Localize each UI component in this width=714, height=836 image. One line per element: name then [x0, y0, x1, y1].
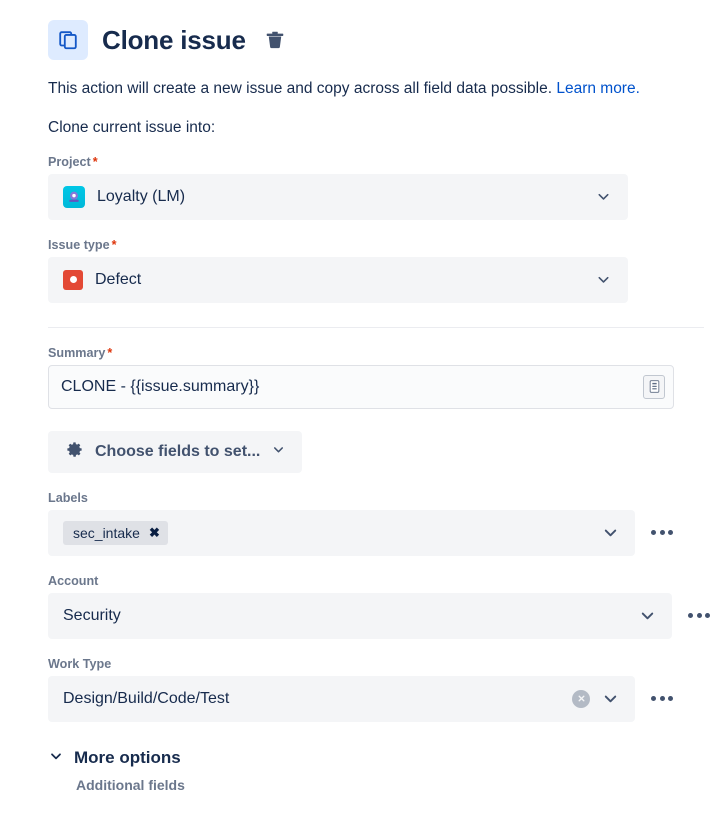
- chevron-down-icon: [48, 748, 64, 769]
- required-marker: *: [111, 237, 117, 252]
- chevron-down-icon: [598, 689, 622, 708]
- chevron-down-icon: [591, 188, 615, 205]
- chevron-down-icon: [271, 442, 286, 462]
- more-actions-icon[interactable]: [647, 692, 677, 705]
- issue-type-select-value: Defect: [95, 270, 142, 288]
- smart-values-icon[interactable]: [643, 374, 665, 399]
- page-title: Clone issue: [102, 24, 246, 55]
- panel-description: This action will create a new issue and …: [48, 79, 714, 100]
- labels-select[interactable]: sec_intake ✖: [48, 509, 635, 556]
- panel-header: Clone issue: [48, 18, 714, 62]
- project-select-value: Loyalty (LM): [97, 187, 186, 205]
- clone-target-subheading: Clone current issue into:: [48, 118, 216, 136]
- close-icon[interactable]: ✖: [149, 526, 160, 539]
- description-text: This action will create a new issue and …: [48, 80, 557, 97]
- project-avatar-loyalty: [63, 185, 85, 208]
- more-options-label: More options: [74, 748, 181, 768]
- clear-value-icon[interactable]: [572, 689, 590, 708]
- account-select-value: Security: [63, 606, 121, 624]
- field-work-type: Work Type Design/Build/Code/Test: [48, 657, 714, 722]
- required-marker: *: [107, 345, 113, 360]
- summary-input-value: CLONE - {{issue.summary}}: [61, 377, 260, 395]
- more-options-toggle[interactable]: More options: [48, 748, 714, 769]
- field-label-project: Project *: [48, 155, 714, 169]
- account-select[interactable]: Security: [48, 592, 672, 639]
- chevron-down-icon: [598, 523, 622, 542]
- more-actions-icon[interactable]: [647, 526, 677, 539]
- field-label-account: Account: [48, 573, 99, 588]
- field-label-work-type: Work Type: [48, 656, 112, 671]
- trash-icon[interactable]: [262, 27, 288, 53]
- field-labels: Labels sec_intake ✖: [48, 491, 714, 556]
- section-divider: [48, 326, 704, 328]
- gear-icon: [65, 440, 84, 464]
- chevron-down-icon: [591, 271, 615, 288]
- label-chip-text: sec_intake: [73, 524, 140, 541]
- more-actions-icon[interactable]: [684, 609, 714, 622]
- field-label-summary: Summary *: [48, 346, 714, 360]
- learn-more-link[interactable]: Learn more.: [556, 80, 640, 97]
- clone-issue-panel: Clone issue This action will create a ne…: [0, 0, 714, 793]
- additional-fields-label: Additional fields: [76, 776, 185, 793]
- choose-fields-button[interactable]: Choose fields to set...: [48, 430, 303, 473]
- chevron-down-icon: [635, 606, 659, 625]
- label-chip[interactable]: sec_intake ✖: [63, 520, 168, 545]
- choose-fields-button-label: Choose fields to set...: [95, 442, 261, 460]
- summary-input[interactable]: CLONE - {{issue.summary}}: [48, 364, 674, 409]
- work-type-select[interactable]: Design/Build/Code/Test: [48, 675, 635, 722]
- label-text: Issue type: [48, 237, 110, 252]
- defect-type-icon: [63, 269, 83, 290]
- field-label-issue-type: Issue type *: [48, 238, 714, 252]
- project-select[interactable]: Loyalty (LM): [48, 173, 628, 220]
- label-text: Summary: [48, 345, 106, 360]
- field-label-labels: Labels: [48, 490, 88, 505]
- clone-issue-icon: [48, 20, 88, 60]
- required-marker: *: [92, 154, 98, 169]
- field-summary: Summary * CLONE - {{issue.summary}}: [48, 346, 714, 409]
- label-text: Project: [48, 154, 91, 169]
- work-type-select-value: Design/Build/Code/Test: [63, 689, 230, 707]
- field-account: Account Security: [48, 574, 714, 639]
- field-project: Project * Loyalty (LM): [48, 155, 714, 220]
- issue-type-select[interactable]: Defect: [48, 256, 628, 303]
- field-issue-type: Issue type * Defect: [48, 238, 714, 303]
